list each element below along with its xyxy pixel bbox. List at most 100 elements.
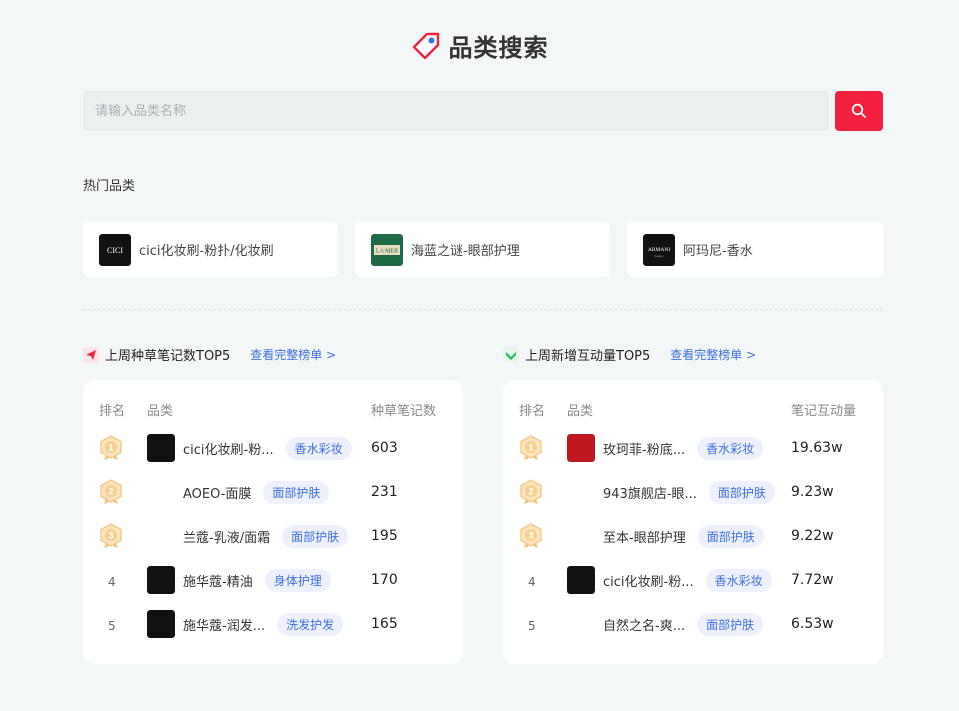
svg-text:1: 1 <box>108 443 113 453</box>
table-row[interactable]: 2 AOEO-面膜 面部护肤 231 <box>99 470 447 514</box>
right-panel-full-list-link[interactable]: 查看完整榜单 > <box>670 346 756 363</box>
column-header-rank: 排名 <box>519 403 546 419</box>
left-ranking-table: 排名 品类 种草笔记数 1 cici化妆刷-粉... 香水彩妆 603 2 AOEO-面膜… <box>83 380 463 664</box>
category-tag-badge: 香水彩妆 <box>697 436 764 460</box>
left-panel-full-list-link[interactable]: 查看完整榜单 > <box>250 346 336 363</box>
column-header-category: 品类 <box>567 403 594 419</box>
category-cell: 施华蔻-润发... 洗发护发 <box>147 610 371 638</box>
rank-number: 4 <box>108 574 116 589</box>
chevron-up-icon <box>503 346 519 363</box>
search-button[interactable] <box>835 91 883 131</box>
category-tag-badge: 面部护肤 <box>708 480 775 504</box>
rank-cell: 2 <box>519 479 567 505</box>
hot-category-label: cici化妆刷-粉扑/化妆刷 <box>139 244 274 259</box>
rank-cell: 5 <box>519 615 567 634</box>
value-cell: 19.63w <box>791 440 843 456</box>
table-header: 排名 品类 种草笔记数 <box>99 400 447 419</box>
hot-category-card[interactable]: CICI cici化妆刷-粉扑/化妆刷 <box>83 222 338 277</box>
rank-cell: 5 <box>99 615 147 634</box>
rank-medal-icon: 3 <box>100 523 122 548</box>
category-name[interactable]: 兰蔻-乳液/面霜 <box>183 527 270 546</box>
category-cell: 至本-眼部护理 面部护肤 <box>567 522 791 550</box>
category-cell: AOEO-面膜 面部护肤 <box>147 478 371 506</box>
value-cell: 6.53w <box>791 616 834 632</box>
hot-category-card[interactable]: LA MER 海蓝之谜-眼部护理 <box>355 222 610 277</box>
page-header: 品类搜索 <box>0 28 959 63</box>
category-name[interactable]: AOEO-面膜 <box>183 483 251 502</box>
table-row[interactable]: 2 943旗舰店-眼... 面部护肤 9.23w <box>519 470 867 514</box>
hot-category-card[interactable]: ARMANI beauty 阿玛尼-香水 <box>627 222 883 277</box>
column-header-value: 种草笔记数 <box>371 403 437 419</box>
category-name[interactable]: 自然之名-爽... <box>603 615 685 634</box>
paper-plane-icon <box>83 346 99 363</box>
brand-logo-icon <box>147 610 175 638</box>
table-row[interactable]: 3 至本-眼部护理 面部护肤 9.22w <box>519 514 867 558</box>
rank-number: 5 <box>108 618 116 633</box>
svg-text:LA MER: LA MER <box>376 248 398 254</box>
section-divider <box>83 309 883 310</box>
table-row[interactable]: 1 玫珂菲-粉底... 香水彩妆 19.63w <box>519 426 867 470</box>
left-panel-header: 上周种草笔记数TOP5 查看完整榜单 > <box>83 345 336 364</box>
brand-logo-icon <box>147 478 175 506</box>
category-name[interactable]: cici化妆刷-粉... <box>183 439 274 458</box>
table-row[interactable]: 1 cici化妆刷-粉... 香水彩妆 603 <box>99 426 447 470</box>
rank-number: 4 <box>528 574 536 589</box>
category-tag-badge: 身体护理 <box>264 568 331 592</box>
brand-logo-icon <box>567 434 595 462</box>
rank-medal-icon: 2 <box>520 479 542 504</box>
left-panel-title: 上周种草笔记数TOP5 <box>105 349 231 364</box>
rank-cell: 2 <box>99 479 147 505</box>
brand-logo-icon <box>567 522 595 550</box>
value-cell: 165 <box>371 616 398 632</box>
category-name[interactable]: 943旗舰店-眼... <box>603 483 697 502</box>
table-row[interactable]: 5 施华蔻-润发... 洗发护发 165 <box>99 602 447 646</box>
rank-cell: 4 <box>99 571 147 590</box>
brand-logo-icon: ARMANI beauty <box>643 233 675 266</box>
table-row[interactable]: 5 自然之名-爽... 面部护肤 6.53w <box>519 602 867 646</box>
category-cell: 施华蔻-精油 身体护理 <box>147 566 371 594</box>
search-icon <box>851 103 866 118</box>
brand-logo-icon: LA MER <box>371 233 403 266</box>
category-cell: cici化妆刷-粉... 香水彩妆 <box>567 566 791 594</box>
category-name[interactable]: 施华蔻-润发... <box>183 615 265 634</box>
brand-logo-icon: CICI <box>99 233 131 266</box>
category-tag-badge: 香水彩妆 <box>285 436 352 460</box>
hot-categories-title: 热门品类 <box>83 179 136 194</box>
rank-medal-icon: 1 <box>520 435 542 460</box>
column-header-category: 品类 <box>147 403 174 419</box>
category-tag-badge: 洗发护发 <box>277 612 344 636</box>
rank-cell: 3 <box>99 523 147 549</box>
svg-text:1: 1 <box>528 443 533 453</box>
value-cell: 170 <box>371 572 398 588</box>
svg-text:beauty: beauty <box>654 254 664 258</box>
rank-medal-icon: 2 <box>100 479 122 504</box>
table-row[interactable]: 4 cici化妆刷-粉... 香水彩妆 7.72w <box>519 558 867 602</box>
table-row[interactable]: 3 兰蔻-乳液/面霜 面部护肤 195 <box>99 514 447 558</box>
svg-text:ARMANI: ARMANI <box>648 247 670 253</box>
table-row[interactable]: 4 施华蔻-精油 身体护理 170 <box>99 558 447 602</box>
value-cell: 603 <box>371 440 398 456</box>
rank-medal-icon: 3 <box>520 523 542 548</box>
column-header-rank: 排名 <box>99 403 126 419</box>
category-cell: 玫珂菲-粉底... 香水彩妆 <box>567 434 791 462</box>
category-name[interactable]: 至本-眼部护理 <box>603 527 686 546</box>
category-name[interactable]: 玫珂菲-粉底... <box>603 439 685 458</box>
right-panel-title: 上周新增互动量TOP5 <box>525 349 651 364</box>
search-bar <box>83 91 883 131</box>
category-tag-badge: 面部护肤 <box>282 524 349 548</box>
search-input[interactable] <box>83 91 829 131</box>
value-cell: 9.23w <box>791 484 834 500</box>
table-body: 1 cici化妆刷-粉... 香水彩妆 603 2 AOEO-面膜 面部护肤 231 3 兰蔻-乳… <box>99 426 447 646</box>
column-header-value: 笔记互动量 <box>791 403 857 419</box>
category-tag-badge: 香水彩妆 <box>705 568 772 592</box>
brand-logo-icon <box>567 478 595 506</box>
svg-text:3: 3 <box>528 531 533 541</box>
svg-text:2: 2 <box>528 487 533 497</box>
right-panel-header: 上周新增互动量TOP5 查看完整榜单 > <box>503 345 756 364</box>
brand-logo-icon <box>567 566 595 594</box>
category-name[interactable]: 施华蔻-精油 <box>183 571 253 590</box>
category-name[interactable]: cici化妆刷-粉... <box>603 571 694 590</box>
table-body: 1 玫珂菲-粉底... 香水彩妆 19.63w 2 943旗舰店-眼... 面部护肤 9.23… <box>519 426 867 646</box>
brand-logo-icon <box>147 566 175 594</box>
rank-cell: 1 <box>99 435 147 461</box>
